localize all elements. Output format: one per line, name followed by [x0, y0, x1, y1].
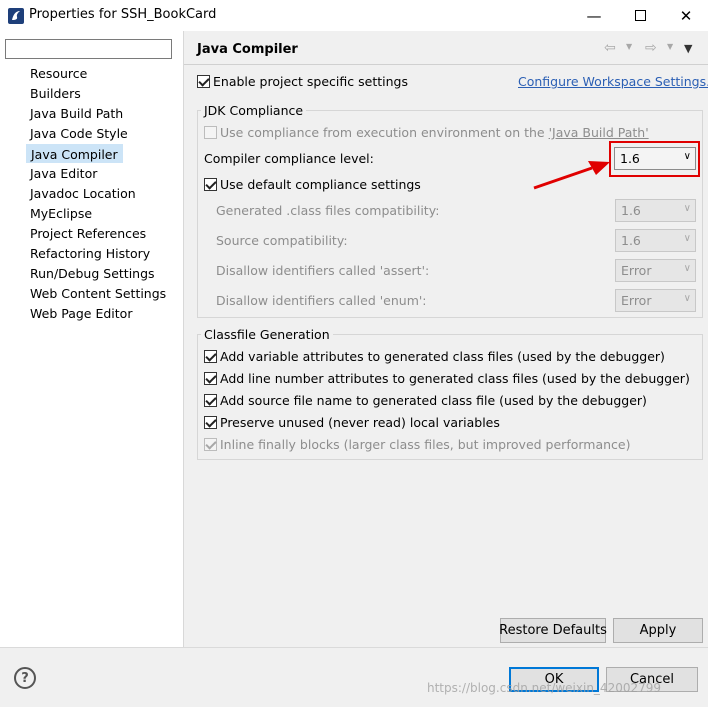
apply-button[interactable]: Apply	[613, 618, 703, 643]
chevron-down-icon: ∨	[683, 233, 691, 244]
help-icon[interactable]: ?	[14, 667, 36, 689]
add-source-file-name-checkbox[interactable]	[204, 394, 217, 407]
back-arrow-icon[interactable]: ⇦	[604, 40, 616, 56]
source-compat-value: 1.6	[621, 233, 641, 248]
view-menu-icon[interactable]: ▼	[684, 42, 692, 55]
jdk-compliance-group-title: JDK Compliance	[201, 103, 307, 118]
footer-separator	[0, 647, 708, 648]
use-env-compliance-checkbox[interactable]	[204, 126, 217, 139]
source-compat-select[interactable]: 1.6 ∨	[615, 229, 696, 252]
add-variable-attributes-label: Add variable attributes to generated cla…	[220, 349, 665, 364]
enum-label: Disallow identifiers called 'enum':	[216, 293, 427, 308]
use-env-compliance-label: Use compliance from execution environmen…	[220, 125, 649, 140]
myeclipse-app-icon	[8, 8, 24, 24]
annotation-arrow-icon	[533, 161, 610, 190]
enable-project-settings-checkbox[interactable]	[197, 75, 210, 88]
sidebar-item-resource[interactable]: Resource	[26, 64, 91, 83]
preserve-unused-variables-label: Preserve unused (never read) local varia…	[220, 415, 500, 430]
class-compat-value: 1.6	[621, 203, 641, 218]
class-compat-label: Generated .class files compatibility:	[216, 203, 440, 218]
chevron-down-icon: ∨	[683, 203, 691, 214]
chevron-down-icon: ∨	[683, 293, 691, 304]
sidebar-item-web-page-editor[interactable]: Web Page Editor	[26, 304, 136, 323]
configure-workspace-settings-link[interactable]: Configure Workspace Settings...	[518, 74, 708, 89]
preserve-unused-variables-checkbox[interactable]	[204, 416, 217, 429]
page-title: Java Compiler	[197, 42, 298, 57]
enum-value: Error	[621, 293, 652, 308]
sidebar-item-java-build-path[interactable]: Java Build Path	[26, 104, 127, 123]
classfile-generation-group-title: Classfile Generation	[201, 327, 333, 342]
restore-defaults-button[interactable]: Restore Defaults	[499, 618, 607, 643]
inline-finally-checkbox[interactable]	[204, 438, 217, 451]
forward-arrow-icon[interactable]: ⇨	[645, 40, 657, 56]
chevron-down-icon: ∨	[683, 263, 691, 274]
use-default-compliance-checkbox[interactable]	[204, 178, 217, 191]
forward-dropdown-icon[interactable]: ▼	[667, 42, 673, 51]
use-env-compliance-text: Use compliance from execution environmen…	[220, 125, 549, 140]
assert-label: Disallow identifiers called 'assert':	[216, 263, 430, 278]
assert-select[interactable]: Error ∨	[615, 259, 696, 282]
sidebar-item-java-editor[interactable]: Java Editor	[26, 164, 101, 183]
add-variable-attributes-checkbox[interactable]	[204, 350, 217, 363]
enable-project-settings-label: Enable project specific settings	[213, 74, 408, 89]
java-build-path-link[interactable]: 'Java Build Path'	[549, 125, 649, 140]
filter-input[interactable]	[5, 39, 172, 59]
back-dropdown-icon[interactable]: ▼	[626, 42, 632, 51]
inline-finally-label: Inline finally blocks (larger class file…	[220, 437, 631, 452]
sidebar-item-builders[interactable]: Builders	[26, 84, 85, 103]
compliance-level-label: Compiler compliance level:	[204, 151, 374, 166]
header-separator	[184, 64, 708, 65]
sidebar-divider	[183, 31, 184, 647]
add-source-file-name-label: Add source file name to generated class …	[220, 393, 647, 408]
sidebar-item-java-compiler[interactable]: Java Compiler	[26, 144, 123, 163]
add-line-number-checkbox[interactable]	[204, 372, 217, 385]
sidebar-item-project-references[interactable]: Project References	[26, 224, 150, 243]
sidebar-item-run-debug-settings[interactable]: Run/Debug Settings	[26, 264, 159, 283]
sidebar-item-java-code-style[interactable]: Java Code Style	[26, 124, 132, 143]
window-title: Properties for SSH_BookCard	[29, 7, 217, 22]
minimize-icon[interactable]: —	[572, 0, 616, 31]
sidebar-item-javadoc-location[interactable]: Javadoc Location	[26, 184, 140, 203]
add-line-number-label: Add line number attributes to generated …	[220, 371, 690, 386]
sidebar-item-myeclipse[interactable]: MyEclipse	[26, 204, 96, 223]
annotation-highlight-box	[609, 141, 700, 177]
enum-select[interactable]: Error ∨	[615, 289, 696, 312]
watermark: https://blog.csdn.net/weixin_42002799	[427, 681, 662, 695]
maximize-icon[interactable]	[618, 0, 662, 31]
use-default-compliance-label: Use default compliance settings	[220, 177, 421, 192]
source-compat-label: Source compatibility:	[216, 233, 348, 248]
close-icon[interactable]: ✕	[664, 0, 708, 31]
sidebar-item-refactoring-history[interactable]: Refactoring History	[26, 244, 154, 263]
class-compat-select[interactable]: 1.6 ∨	[615, 199, 696, 222]
assert-value: Error	[621, 263, 652, 278]
sidebar-item-web-content-settings[interactable]: Web Content Settings	[26, 284, 170, 303]
